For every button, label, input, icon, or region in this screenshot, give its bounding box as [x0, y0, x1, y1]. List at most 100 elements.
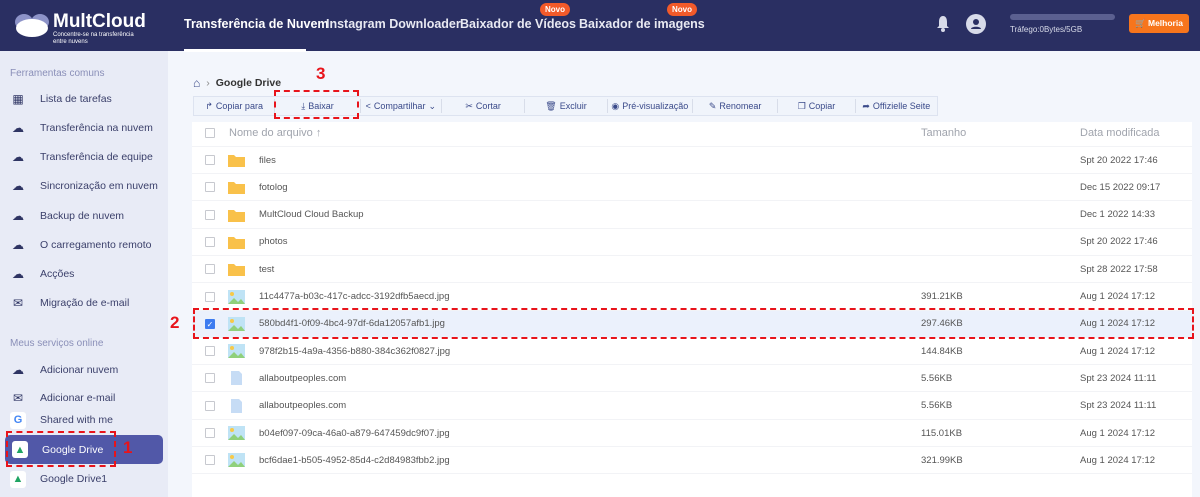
table-row[interactable]: test Spt 28 2022 17:58	[192, 256, 1192, 284]
annotation-number-1: 1	[123, 438, 133, 457]
row-checkbox[interactable]	[205, 428, 215, 438]
file-name[interactable]: MultCloud Cloud Backup	[259, 209, 364, 220]
button-label: Compartilhar	[373, 101, 426, 111]
column-header-size[interactable]: Tamanho	[921, 127, 966, 139]
row-checkbox[interactable]	[205, 400, 215, 411]
file-name[interactable]: photos	[259, 236, 288, 247]
file-name[interactable]: b04ef097-09ca-46a0-a879-647459dc9f07.jpg	[259, 428, 450, 439]
sidebar-item-label: Transferência na nuvem	[40, 122, 153, 134]
column-header-name[interactable]: Nome do arquivo ↑	[229, 127, 321, 139]
file-name[interactable]: fotolog	[259, 182, 288, 193]
file-date: Spt 23 2024 11:11	[1080, 372, 1157, 384]
row-checkbox[interactable]	[205, 209, 215, 220]
image-icon	[228, 344, 245, 359]
image-icon	[228, 289, 245, 304]
file-name[interactable]: 11c4477a-b03c-417c-adcc-3192dfb5aecd.jpg	[259, 291, 450, 302]
image-icon	[228, 426, 245, 440]
sidebar-item-add-cloud[interactable]: ☁ Adicionar nuvem	[10, 359, 160, 381]
share-button[interactable]: < Compartilhar ⌄	[361, 99, 442, 113]
file-name[interactable]: 978f2b15-4a9a-4356-b880-384c362f0827.jpg	[259, 346, 450, 357]
breadcrumb: ⌂ › Google Drive	[193, 76, 281, 90]
column-header-date[interactable]: Data modificada	[1080, 127, 1160, 139]
file-name[interactable]: allaboutpeoples.com	[259, 373, 346, 384]
file-size: 5.56KB	[921, 372, 953, 384]
file-name[interactable]: test	[259, 264, 274, 275]
folder-icon	[228, 235, 245, 249]
file-name[interactable]: files	[259, 155, 276, 166]
table-row[interactable]: allaboutpeoples.com 5.56KB Spt 23 2024 1…	[192, 365, 1192, 393]
sidebar-item-add-email[interactable]: ✉ Adicionar e-mail	[10, 387, 160, 409]
nav-tab-instagram-downloader[interactable]: Instagram Downloader	[326, 17, 461, 31]
row-checkbox[interactable]	[205, 264, 215, 275]
user-avatar-icon[interactable]	[966, 14, 986, 34]
sidebar-item-task-list[interactable]: ▦ Lista de tarefas	[10, 88, 160, 110]
button-label: Renomear	[719, 101, 762, 111]
nav-tab-cloud-transfer[interactable]: Transferência de Nuvem	[184, 17, 329, 31]
official-site-button[interactable]: ➦ Offizielle Seite	[856, 99, 937, 113]
bell-icon[interactable]	[936, 15, 950, 32]
sidebar-item-email-migration[interactable]: ✉ Migração de e-mail	[10, 292, 160, 314]
row-checkbox[interactable]	[205, 455, 215, 466]
sidebar-item-label: Google Drive1	[40, 473, 108, 485]
header-label: Nome do arquivo	[229, 127, 313, 139]
sidebar-item-actions[interactable]: ☁ Acções	[10, 263, 160, 285]
sidebar-item-google-drive1[interactable]: ▲ Google Drive1	[10, 468, 160, 490]
chevron-right-icon: ›	[206, 77, 210, 89]
annotation-box-selected-row	[193, 308, 1194, 339]
upgrade-button[interactable]: 🛒 Melhoria	[1129, 14, 1189, 33]
sidebar-item-label: Adicionar nuvem	[40, 364, 119, 376]
row-checkbox[interactable]	[205, 236, 215, 247]
table-row[interactable]: allaboutpeoples.com 5.56KB Spt 23 2024 1…	[192, 393, 1192, 420]
file-name[interactable]: bcf6dae1-b505-4952-85d4-c2d84983fbb2.jpg	[259, 455, 450, 466]
table-row[interactable]: b04ef097-09ca-46a0-a879-647459dc9f07.jpg…	[192, 420, 1192, 447]
share-arrow-icon: ➦	[862, 100, 870, 111]
sidebar-item-cloud-transfer[interactable]: ☁ Transferência na nuvem	[10, 117, 160, 139]
active-tab-indicator	[184, 49, 306, 52]
table-header: Nome do arquivo ↑ Tamanho Data modificad…	[192, 120, 1192, 147]
grid-icon: ▦	[12, 92, 24, 106]
table-row[interactable]: files Spt 20 2022 17:46	[192, 147, 1192, 174]
row-checkbox[interactable]	[205, 373, 215, 384]
file-date: Aug 1 2024 17:12	[1080, 291, 1156, 302]
row-checkbox[interactable]	[205, 182, 215, 193]
delete-button[interactable]: 🗑 Excluir	[525, 99, 608, 113]
row-checkbox[interactable]	[205, 155, 215, 165]
cart-icon: 🛒	[1135, 18, 1148, 28]
annotation-number-2: 2	[170, 313, 180, 332]
nav-tab-video-downloader[interactable]: Baixador de Vídeos	[460, 17, 576, 31]
copy-to-button[interactable]: ↱ Copiar para	[194, 99, 276, 113]
copy-button[interactable]: ❐ Copiar	[778, 99, 856, 113]
table-row[interactable]: photos Spt 20 2022 17:46	[192, 229, 1192, 256]
home-icon[interactable]: ⌂	[193, 76, 200, 90]
table-row[interactable]: bcf6dae1-b505-4952-85d4-c2d84983fbb2.jpg…	[192, 447, 1192, 475]
rename-button[interactable]: ✎ Renomear	[693, 99, 779, 113]
file-date: Spt 20 2022 17:46	[1080, 154, 1158, 166]
file-size: 321.99KB	[921, 454, 963, 466]
file-date: Spt 20 2022 17:46	[1080, 236, 1158, 248]
sidebar-item-cloud-sync[interactable]: ☁ Sincronização em nuvem	[10, 175, 160, 197]
table-row[interactable]: MultCloud Cloud Backup Dec 1 2022 14:33	[192, 202, 1192, 229]
table-row[interactable]: 11c4477a-b03c-417c-adcc-3192dfb5aecd.jpg…	[192, 284, 1192, 311]
preview-button[interactable]: ◉ Pré-visualização	[608, 99, 693, 113]
sidebar-item-label: Acções	[40, 268, 75, 280]
traffic-text: Tráfego:0Bytes/5GB	[1010, 25, 1083, 34]
add-email-icon: ✉	[12, 391, 24, 405]
new-badge: Novo	[667, 3, 697, 16]
new-badge: Novo	[540, 3, 570, 16]
brand-name: MultCloud	[53, 11, 146, 32]
file-date: Aug 1 2024 17:12	[1080, 345, 1156, 357]
table-row[interactable]: 978f2b15-4a9a-4356-b880-384c362f0827.jpg…	[192, 338, 1192, 366]
eye-icon: ◉	[611, 100, 620, 111]
file-name[interactable]: allaboutpeoples.com	[259, 400, 346, 411]
file-date: Aug 1 2024 17:12	[1080, 454, 1156, 466]
sidebar-item-remote-upload[interactable]: ☁ O carregamento remoto	[10, 234, 160, 256]
table-row[interactable]: fotolog Dec 15 2022 09:17	[192, 174, 1192, 202]
select-all-checkbox[interactable]	[205, 128, 215, 138]
sidebar-item-cloud-backup[interactable]: ☁ Backup de nuvem	[10, 205, 160, 227]
nav-tab-image-downloader[interactable]: Baixador de imagens	[579, 17, 705, 31]
sidebar-item-team-transfer[interactable]: ☁ Transferência de equipe	[10, 146, 160, 168]
row-checkbox[interactable]	[205, 346, 215, 357]
cut-button[interactable]: ✂ Cortar	[442, 99, 526, 113]
row-checkbox[interactable]	[205, 291, 215, 302]
sidebar-item-shared-with-me[interactable]: G Shared with me	[10, 409, 160, 431]
